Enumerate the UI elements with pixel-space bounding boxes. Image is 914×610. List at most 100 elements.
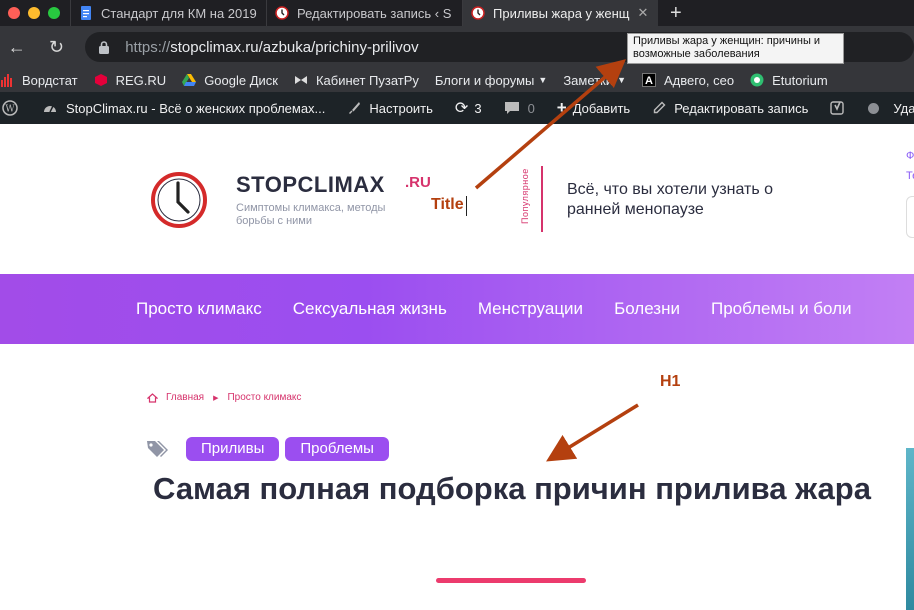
header-link[interactable]: Те [906,166,914,186]
wp-add-new[interactable]: + Добавить [557,98,630,118]
google-docs-icon [81,6,91,20]
tags-icon [147,441,168,457]
close-window-button[interactable] [8,7,20,19]
wp-logo[interactable]: W [2,100,26,116]
bookmark-puzat[interactable]: Кабинет ПузатРу [294,73,419,88]
chevron-down-icon: ▼ [538,75,548,85]
menu-item-prosto-klimaks[interactable]: Просто климакс [136,299,262,319]
tab-strip: Стандарт для КМ на 2019 Редактировать за… [0,0,914,26]
bookmark-label: Кабинет ПузатРу [315,72,419,88]
updates-icon: ⟳ [454,100,469,117]
maximize-window-button[interactable] [48,7,60,19]
pencil-icon [653,101,666,114]
wp-seo-status[interactable] [868,102,880,114]
bookmark-label: Etutorium [772,72,828,88]
breadcrumb: Главная ▶ Просто климакс [147,392,301,403]
url-path: stopclimax.ru/azbuka/prichiny-prilivov [170,38,419,56]
tag-prilivy[interactable]: Приливы [186,437,280,461]
dashboard-icon [44,105,56,113]
wp-updates-count: 3 [474,100,482,116]
wordpress-icon: W [2,100,18,116]
header-link[interactable]: Ф [906,146,914,166]
breadcrumb-category[interactable]: Просто климакс [227,392,301,403]
chart-icon [1,74,12,87]
page-title: Самая полная подборка причин прилива жар… [153,471,871,506]
comment-icon [504,102,519,114]
home-icon [147,392,158,403]
main-menu: Просто климакс Сексуальная жизнь Менстру… [0,274,914,344]
chevron-down-icon: ▼ [617,75,626,85]
close-tab-icon[interactable]: ✕ [637,5,648,21]
wp-customize[interactable]: Настроить [347,101,433,116]
tab-edit-post[interactable]: Редактировать запись ‹ S [266,0,462,26]
wp-site-name[interactable]: StopClimax.ru - Всё о женских проблемах.… [42,100,325,116]
popular-article-link[interactable]: Всё, что вы хотели узнать о ранней меноп… [567,180,817,220]
bookmark-label: Google Диск [204,72,278,88]
site-tagline: Симптомы климакса, методы борьбы с ними [236,202,386,227]
reload-icon[interactable]: ↻ [42,37,72,58]
bookmark-advego[interactable]: A Адвего, сео [641,72,735,88]
svg-text:W: W [5,105,15,115]
bookmark-etutorium[interactable]: Etutorium [750,73,828,88]
bookmark-label: Блоги и форумы [434,72,535,88]
site-brand-suffix: .RU [405,174,431,191]
annotation-title-label: Title [431,196,464,213]
wp-comments-count: 0 [527,100,535,116]
bookmark-label: Вордстат [22,72,78,88]
tab-tooltip: Приливы жара у женщин: причины и возможн… [627,33,844,64]
wp-customize-label: Настроить [369,100,433,116]
breadcrumb-separator-icon: ▶ [213,394,219,402]
wp-account-label: Уда [893,100,914,116]
header-right-links: Ф Те [906,146,914,186]
plus-icon: + [556,98,567,117]
wp-comments[interactable]: 0 [504,101,535,116]
tag-problemy[interactable]: Проблемы [285,437,389,461]
menu-item-problemy-i-boli[interactable]: Проблемы и боли [711,299,852,319]
tab-active-page[interactable]: Приливы жара у женщ ✕ [462,0,658,26]
minimize-window-button[interactable] [28,7,40,19]
clock-icon [471,6,485,20]
post-tags: Приливы Проблемы [146,437,389,461]
bookmark-google-drive[interactable]: Google Диск [182,73,278,88]
brush-icon [349,102,361,114]
bookmark-wordstat[interactable]: Вордстат [0,73,78,88]
tab-docs[interactable]: Стандарт для КМ на 2019 [70,0,266,26]
wp-add-label: Добавить [572,100,631,116]
bookmark-folder-notes[interactable]: Заметки ▼ [563,73,626,88]
title-underline [436,578,586,583]
menu-item-menstruatsii[interactable]: Менструации [478,299,583,319]
breadcrumb-home[interactable]: Главная [166,392,204,403]
popular-label: Популярное [520,168,530,224]
annotation-h1-label: H1 [660,373,681,390]
sidebar-image-edge [906,448,914,610]
bookmarks-bar: Вордстат REG.RU Google Диск Кабинет Пуза… [0,68,914,92]
bookmark-folder-blogs[interactable]: Блоги и форумы ▼ [435,73,547,88]
wp-edit-post[interactable]: Редактировать запись [652,101,808,116]
tab-title: Редактировать запись ‹ S [297,5,452,21]
window-controls [0,7,70,19]
bow-icon [294,76,307,84]
arrow-to-h1 [546,403,639,462]
menu-item-bolezni[interactable]: Болезни [614,299,680,319]
wp-account[interactable]: Уда [893,101,914,116]
bookmark-regru[interactable]: REG.RU [94,73,166,88]
clock-icon [275,6,289,20]
tab-title: Приливы жара у женщ [493,5,630,21]
menu-item-seksualnaya-zhizn[interactable]: Сексуальная жизнь [293,299,447,319]
a-icon: A [641,73,656,87]
site-clock-logo-icon[interactable] [150,171,208,229]
back-arrow-icon[interactable]: ← [2,37,32,58]
popular-divider [541,166,543,232]
seo-score-dot-icon [868,102,880,114]
wp-site-label: StopClimax.ru - Всё о женских проблемах.… [66,100,326,116]
wp-admin-bar: W StopClimax.ru - Всё о женских проблема… [0,92,914,124]
text-cursor [466,196,467,216]
header-search-box[interactable] [906,196,914,238]
wp-yoast[interactable] [830,100,854,116]
bookmark-label: Адвего, сео [663,72,735,88]
tab-title: Стандарт для КМ на 2019 [101,5,257,21]
url-protocol: https:// [125,38,171,56]
new-tab-button[interactable]: + [670,2,682,25]
wp-updates[interactable]: ⟳ 3 [455,98,482,118]
site-brand-name[interactable]: STOPCLIMAX [236,172,385,198]
